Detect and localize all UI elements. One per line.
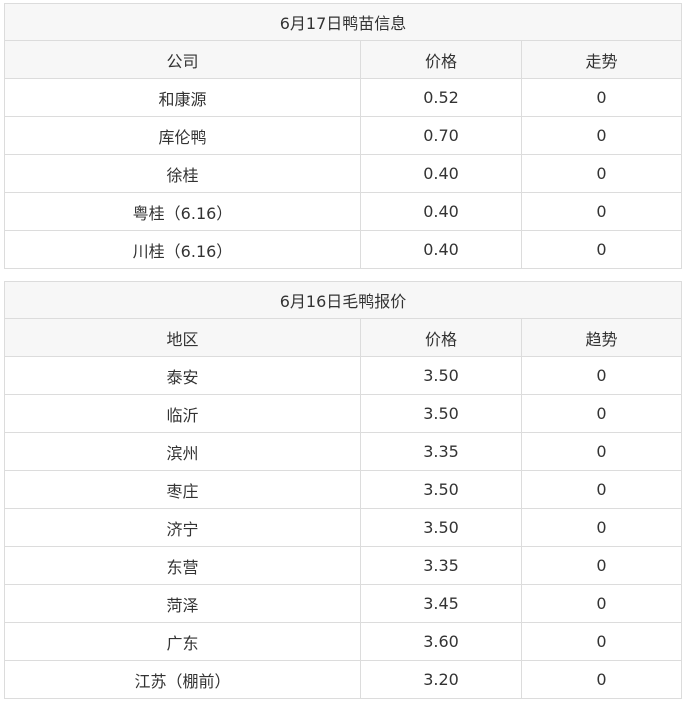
column-header-price: 价格 — [360, 40, 522, 79]
trend-cell: 0 — [521, 508, 682, 547]
price-cell: 3.35 — [360, 546, 522, 585]
region-cell: 东营 — [4, 546, 361, 585]
region-cell: 滨州 — [4, 432, 361, 471]
column-header-trend: 走势 — [521, 40, 682, 79]
table-row: 泰安 3.50 0 — [4, 356, 682, 395]
region-cell: 枣庄 — [4, 470, 361, 509]
company-cell: 和康源 — [4, 78, 361, 117]
table-header-row: 地区 价格 趋势 — [4, 318, 682, 357]
price-cell: 3.50 — [360, 356, 522, 395]
column-header-region: 地区 — [4, 318, 361, 357]
price-cell: 3.60 — [360, 622, 522, 661]
table-title: 6月17日鸭苗信息 — [4, 3, 682, 41]
region-cell: 广东 — [4, 622, 361, 661]
table-row: 江苏（棚前） 3.20 0 — [4, 660, 682, 699]
trend-cell: 0 — [521, 622, 682, 661]
price-cell: 3.35 — [360, 432, 522, 471]
trend-cell: 0 — [521, 116, 682, 155]
price-cell: 3.45 — [360, 584, 522, 623]
price-cell: 0.52 — [360, 78, 522, 117]
company-cell: 粤桂（6.16） — [4, 192, 361, 231]
table-row: 粤桂（6.16） 0.40 0 — [4, 192, 682, 231]
trend-cell: 0 — [521, 546, 682, 585]
price-cell: 0.70 — [360, 116, 522, 155]
trend-cell: 0 — [521, 154, 682, 193]
trend-cell: 0 — [521, 660, 682, 699]
table-title-row: 6月16日毛鸭报价 — [4, 281, 682, 319]
table-row: 临沂 3.50 0 — [4, 394, 682, 433]
table-row: 枣庄 3.50 0 — [4, 470, 682, 509]
region-cell: 菏泽 — [4, 584, 361, 623]
table-row: 库伦鸭 0.70 0 — [4, 116, 682, 155]
table-header-row: 公司 价格 走势 — [4, 40, 682, 79]
region-cell: 江苏（棚前） — [4, 660, 361, 699]
region-cell: 济宁 — [4, 508, 361, 547]
company-cell: 川桂（6.16） — [4, 230, 361, 269]
region-cell: 泰安 — [4, 356, 361, 395]
trend-cell: 0 — [521, 356, 682, 395]
table-row: 济宁 3.50 0 — [4, 508, 682, 547]
table-row: 川桂（6.16） 0.40 0 — [4, 230, 682, 269]
table-row: 菏泽 3.45 0 — [4, 584, 682, 623]
company-cell: 库伦鸭 — [4, 116, 361, 155]
trend-cell: 0 — [521, 394, 682, 433]
price-cell: 0.40 — [360, 154, 522, 193]
trend-cell: 0 — [521, 432, 682, 471]
trend-cell: 0 — [521, 230, 682, 269]
table-title-row: 6月17日鸭苗信息 — [4, 3, 682, 41]
company-cell: 徐桂 — [4, 154, 361, 193]
table-row: 徐桂 0.40 0 — [4, 154, 682, 193]
table-row: 广东 3.60 0 — [4, 622, 682, 661]
price-cell: 3.20 — [360, 660, 522, 699]
table-row: 东营 3.35 0 — [4, 546, 682, 585]
table-title: 6月16日毛鸭报价 — [4, 281, 682, 319]
trend-cell: 0 — [521, 192, 682, 231]
column-header-trend: 趋势 — [521, 318, 682, 357]
table-row: 滨州 3.35 0 — [4, 432, 682, 471]
trend-cell: 0 — [521, 470, 682, 509]
region-cell: 临沂 — [4, 394, 361, 433]
duckling-price-table: 6月17日鸭苗信息 公司 价格 走势 和康源 0.52 0 库伦鸭 0.70 0… — [4, 3, 682, 269]
trend-cell: 0 — [521, 584, 682, 623]
price-cell: 3.50 — [360, 470, 522, 509]
trend-cell: 0 — [521, 78, 682, 117]
price-cell: 0.40 — [360, 192, 522, 231]
table-row: 和康源 0.52 0 — [4, 78, 682, 117]
price-cell: 3.50 — [360, 394, 522, 433]
price-cell: 3.50 — [360, 508, 522, 547]
duck-price-table: 6月16日毛鸭报价 地区 价格 趋势 泰安 3.50 0 临沂 3.50 0 滨… — [4, 281, 682, 699]
price-cell: 0.40 — [360, 230, 522, 269]
column-header-company: 公司 — [4, 40, 361, 79]
column-header-price: 价格 — [360, 318, 522, 357]
